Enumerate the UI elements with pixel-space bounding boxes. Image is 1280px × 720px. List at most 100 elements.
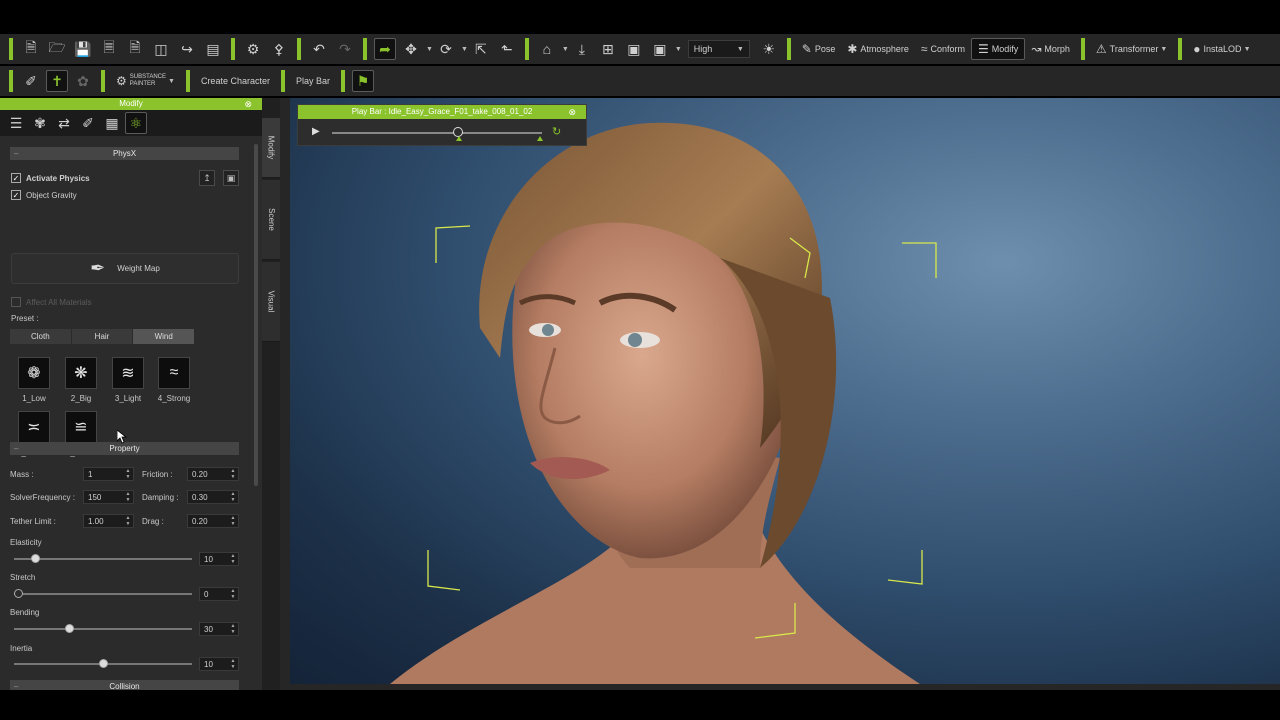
damping-input[interactable]: 0.30 ▲ ▼: [187, 490, 239, 504]
send-icon[interactable]: ↪: [176, 38, 198, 60]
undo-icon[interactable]: ↶: [308, 38, 330, 60]
physics-paint-icon[interactable]: ✝: [46, 70, 68, 92]
tab-cloth[interactable]: Cloth: [10, 329, 72, 344]
open-folder-icon[interactable]: 🗁: [46, 38, 68, 60]
load-preset-icon[interactable]: ↥: [199, 170, 215, 186]
slider-knob[interactable]: [14, 589, 23, 598]
chevron-down-icon[interactable]: ▼: [675, 46, 682, 53]
spinner-arrows-icon[interactable]: ▲ ▼: [124, 468, 132, 480]
play-icon[interactable]: ▶: [312, 126, 322, 138]
spinner-arrows-icon[interactable]: ▲ ▼: [229, 658, 237, 670]
3d-viewport[interactable]: [290, 98, 1280, 684]
motion-icon[interactable]: ⇄: [53, 112, 75, 134]
mass-input[interactable]: 1 ▲ ▼: [83, 467, 134, 481]
pose-button[interactable]: ✎ Pose: [796, 38, 842, 60]
frame-all-icon[interactable]: ⊞: [597, 38, 619, 60]
slider-knob[interactable]: [30, 554, 40, 563]
instalod-button[interactable]: ● InstaLOD ▼: [1187, 38, 1256, 60]
render-icon[interactable]: ▤: [202, 38, 224, 60]
transformer-button[interactable]: ⚠ Transformer ▼: [1090, 38, 1173, 60]
tab-hair[interactable]: Hair: [71, 329, 134, 344]
timeline-track[interactable]: [332, 132, 542, 134]
pivot-tool-icon[interactable]: ⬑: [496, 38, 518, 60]
elasticity-slider[interactable]: [14, 554, 192, 563]
stretch-input[interactable]: 0 ▲ ▼: [199, 587, 239, 601]
preset-2-big[interactable]: ❋ 2_Big: [58, 357, 104, 403]
spinner-arrows-icon[interactable]: ▲ ▼: [229, 491, 237, 503]
stretch-slider[interactable]: [14, 589, 192, 598]
side-tab-visual[interactable]: Visual: [262, 262, 280, 342]
atmosphere-button[interactable]: ✱ Atmosphere: [841, 38, 915, 60]
spinner-arrows-icon[interactable]: ▲ ▼: [229, 468, 237, 480]
collision-section-header[interactable]: – Collision: [10, 680, 239, 690]
conform-button[interactable]: ≈ Conform: [915, 38, 971, 60]
affect-all-materials-checkbox[interactable]: [11, 297, 21, 307]
bending-input[interactable]: 30 ▲ ▼: [199, 622, 239, 636]
preset-1-low[interactable]: ❁ 1_Low: [11, 357, 57, 403]
move-tool-icon[interactable]: ✥: [400, 38, 422, 60]
import-icon[interactable]: 🗏: [98, 38, 120, 60]
side-tab-scene[interactable]: Scene: [262, 180, 280, 260]
panel-scrollbar[interactable]: [254, 144, 258, 486]
atom-physics-icon[interactable]: ⚛: [125, 112, 147, 134]
quality-dropdown[interactable]: High ▼: [687, 40, 750, 58]
inertia-input[interactable]: 10 ▲ ▼: [199, 657, 239, 671]
activate-physics-checkbox[interactable]: ✓: [11, 173, 21, 183]
checker-icon[interactable]: ▦: [101, 112, 123, 134]
cloth-icon[interactable]: ✿: [72, 70, 94, 92]
bending-slider[interactable]: [14, 624, 192, 633]
sync-icon[interactable]: ⚙: [242, 38, 264, 60]
spinner-arrows-icon[interactable]: ▲ ▼: [229, 623, 237, 635]
spinner-arrows-icon[interactable]: ▲ ▼: [124, 515, 132, 527]
light-icon[interactable]: ☀: [758, 38, 780, 60]
substance-painter-button[interactable]: ⚙ SUBSTANCE PAINTER ▼: [110, 70, 181, 92]
tether-limit-input[interactable]: 1.00 ▲ ▼: [83, 514, 134, 528]
physx-section-header[interactable]: – PhysX: [10, 147, 239, 160]
loop-icon[interactable]: ↻: [552, 125, 561, 138]
character-icon[interactable]: ⚴: [268, 38, 290, 60]
chevron-down-icon[interactable]: ▼: [562, 46, 569, 53]
spinner-arrows-icon[interactable]: ▲ ▼: [124, 491, 132, 503]
spinner-arrows-icon[interactable]: ▲ ▼: [229, 553, 237, 565]
export-icon[interactable]: 🗎: [124, 38, 146, 60]
usd-icon[interactable]: ◫: [150, 38, 172, 60]
scale-tool-icon[interactable]: ⇱: [470, 38, 492, 60]
home-view-icon[interactable]: ⌂: [536, 38, 558, 60]
slider-knob[interactable]: [98, 659, 108, 668]
close-icon[interactable]: ⊗: [568, 105, 576, 119]
flag-icon[interactable]: ⚑: [351, 70, 374, 92]
drop-to-floor-icon[interactable]: ⤓: [571, 38, 593, 60]
close-icon[interactable]: ⊗: [244, 98, 252, 110]
drag-input[interactable]: 0.20 ▲ ▼: [187, 514, 239, 528]
morph-edit-icon[interactable]: ✐: [77, 112, 99, 134]
select-tool-icon[interactable]: ➦: [374, 38, 396, 60]
panel-splitter[interactable]: [280, 98, 290, 690]
frame-selected-icon[interactable]: ▣: [623, 38, 645, 60]
tab-wind[interactable]: Wind: [133, 329, 196, 344]
preset-3-light[interactable]: ≋ 3_Light: [105, 357, 151, 403]
spinner-arrows-icon[interactable]: ▲ ▼: [229, 588, 237, 600]
new-file-icon[interactable]: 🗎: [20, 38, 42, 60]
preset-4-strong[interactable]: ≈ 4_Strong: [151, 357, 197, 403]
chevron-down-icon[interactable]: ▼: [426, 46, 433, 53]
spinner-arrows-icon[interactable]: ▲ ▼: [229, 515, 237, 527]
pose-edit-icon[interactable]: ✾: [29, 112, 51, 134]
weight-map-button[interactable]: ✒ Weight Map: [11, 253, 239, 284]
sliders-icon[interactable]: ☰: [5, 112, 27, 134]
friction-input[interactable]: 0.20 ▲ ▼: [187, 467, 239, 481]
modify-button[interactable]: ☰ Modify: [971, 38, 1026, 60]
rotate-tool-icon[interactable]: ⟳: [435, 38, 457, 60]
create-character-button[interactable]: Create Character: [195, 70, 276, 92]
side-tab-modify[interactable]: Modify: [262, 118, 280, 178]
elasticity-input[interactable]: 10 ▲ ▼: [199, 552, 239, 566]
play-bar-button[interactable]: Play Bar: [290, 70, 336, 92]
object-gravity-checkbox[interactable]: ✓: [11, 190, 21, 200]
chevron-down-icon[interactable]: ▼: [461, 46, 468, 53]
slider-knob[interactable]: [64, 624, 74, 633]
morph-button[interactable]: ↝ Morph: [1025, 38, 1076, 60]
save-preset-icon[interactable]: ▣: [223, 170, 239, 186]
inertia-slider[interactable]: [14, 659, 192, 668]
solver-frequency-input[interactable]: 150 ▲ ▼: [83, 490, 134, 504]
camera-icon[interactable]: ▣: [649, 38, 671, 60]
redo-icon[interactable]: ↷: [334, 38, 356, 60]
